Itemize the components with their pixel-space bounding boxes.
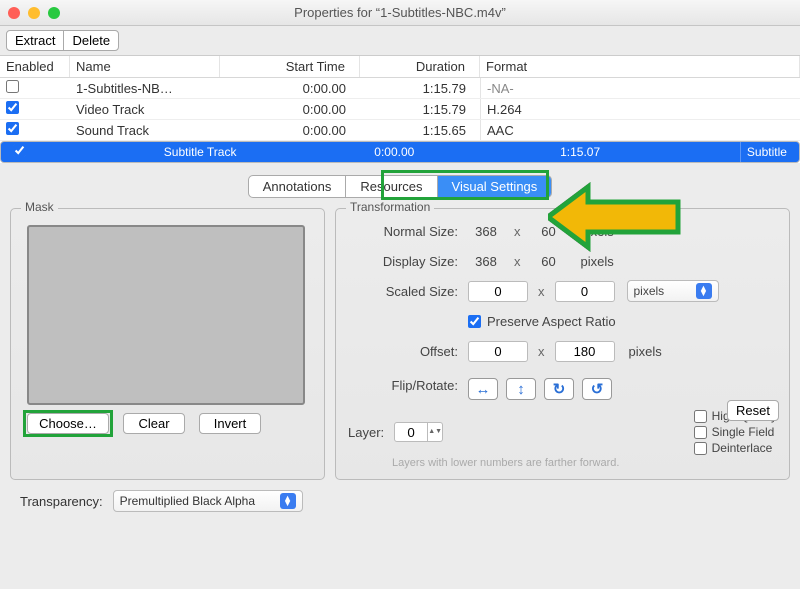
unit-label: pixels (629, 344, 662, 359)
layer-stepper[interactable]: ▲▼ (394, 422, 443, 442)
tab-annotations[interactable]: Annotations (249, 176, 347, 197)
chevron-updown-icon: ▲▼ (696, 283, 712, 299)
high-quality-checkbox[interactable] (694, 410, 707, 423)
mask-preview (27, 225, 305, 405)
mask-panel: Mask Choose… Clear Invert (10, 208, 325, 480)
clear-button[interactable]: Clear (123, 413, 185, 434)
track-start: 0:00.00 (368, 145, 428, 159)
mask-legend: Mask (21, 200, 58, 214)
toolbar: Extract Delete (0, 26, 800, 55)
scaled-size-label: Scaled Size: (348, 284, 458, 299)
tracks-table: Enabled Name Start Time Duration Format … (0, 55, 800, 163)
enabled-checkbox[interactable] (6, 101, 19, 114)
track-format: H.264 (480, 99, 800, 119)
normal-width: 368 (468, 224, 504, 239)
track-name: Subtitle Track (158, 145, 243, 159)
offset-x-input[interactable] (468, 341, 528, 362)
annotation-arrow (548, 182, 678, 242)
x-separator: x (514, 224, 521, 239)
tab-visual-settings[interactable]: Visual Settings (438, 176, 552, 197)
choose-button[interactable]: Choose… (27, 413, 109, 434)
rotate-cw-button[interactable]: ↻ (544, 378, 574, 400)
table-row[interactable]: Sound Track 0:00.00 1:15.65 AAC (0, 120, 800, 141)
track-duration: 1:15.79 (360, 81, 480, 96)
col-duration[interactable]: Duration (360, 56, 480, 77)
window-title: Properties for “1-Subtitles-NBC.m4v” (0, 5, 800, 20)
unit-select[interactable]: pixels ▲▼ (627, 280, 719, 302)
delete-button[interactable]: Delete (63, 30, 119, 51)
track-start: 0:00.00 (220, 123, 360, 138)
offset-y-input[interactable] (555, 341, 615, 362)
x-separator: x (538, 344, 545, 359)
single-field-checkbox[interactable] (694, 426, 707, 439)
x-separator: x (514, 254, 521, 269)
tab-resources[interactable]: Resources (346, 176, 437, 197)
reset-button[interactable]: Reset (727, 400, 779, 421)
track-name: Sound Track (70, 123, 220, 138)
track-duration: 1:15.07 (554, 145, 614, 159)
transparency-label: Transparency: (20, 494, 103, 509)
flip-rotate-label: Flip/Rotate: (348, 378, 458, 393)
track-duration: 1:15.65 (360, 123, 480, 138)
col-enabled[interactable]: Enabled (0, 56, 70, 77)
track-name: 1-Subtitles-NB… (70, 81, 220, 96)
unit-label: pixels (581, 254, 614, 269)
stepper-buttons[interactable]: ▲▼ (428, 422, 443, 442)
deinterlace-checkbox[interactable] (694, 442, 707, 455)
track-start: 0:00.00 (220, 81, 360, 96)
chevron-updown-icon: ▲▼ (280, 493, 296, 509)
track-format: AAC (480, 120, 800, 140)
preserve-aspect-label: Preserve Aspect Ratio (487, 314, 616, 329)
track-format: -NA- (480, 78, 800, 98)
display-width: 368 (468, 254, 504, 269)
close-window-button[interactable] (8, 7, 20, 19)
col-format[interactable]: Format (480, 56, 800, 77)
transformation-legend: Transformation (346, 200, 434, 214)
track-name: Video Track (70, 102, 220, 117)
flip-horizontal-button[interactable]: ↔ (468, 378, 498, 400)
invert-button[interactable]: Invert (199, 413, 261, 434)
col-name[interactable]: Name (70, 56, 220, 77)
scaled-height-input[interactable] (555, 281, 615, 302)
layer-label: Layer: (348, 425, 384, 440)
rotate-ccw-button[interactable]: ↺ (582, 378, 612, 400)
transparency-select[interactable]: Premultiplied Black Alpha ▲▼ (113, 490, 303, 512)
track-duration: 1:15.79 (360, 102, 480, 117)
zoom-window-button[interactable] (48, 7, 60, 19)
scaled-width-input[interactable] (468, 281, 528, 302)
display-size-label: Display Size: (348, 254, 458, 269)
layer-hint: Layers with lower numbers are farther fo… (392, 457, 777, 469)
table-row[interactable]: Video Track 0:00.00 1:15.79 H.264 (0, 99, 800, 120)
track-format: Subtitle (740, 142, 793, 162)
flip-vertical-button[interactable]: ↕ (506, 378, 536, 400)
table-row[interactable]: 1-Subtitles-NB… 0:00.00 1:15.79 -NA- (0, 78, 800, 99)
offset-label: Offset: (348, 344, 458, 359)
window-titlebar: Properties for “1-Subtitles-NBC.m4v” (0, 0, 800, 26)
normal-size-label: Normal Size: (348, 224, 458, 239)
table-header: Enabled Name Start Time Duration Format (0, 56, 800, 78)
col-start[interactable]: Start Time (220, 56, 360, 77)
layer-input[interactable] (394, 422, 428, 442)
table-row-selected[interactable]: Subtitle Track 0:00.00 1:15.07 Subtitle (0, 141, 800, 163)
minimize-window-button[interactable] (28, 7, 40, 19)
preserve-aspect-checkbox[interactable] (468, 315, 481, 328)
display-height: 60 (531, 254, 567, 269)
extract-button[interactable]: Extract (6, 30, 64, 51)
enabled-checkbox[interactable] (6, 122, 19, 135)
enabled-checkbox[interactable] (6, 80, 19, 93)
x-separator: x (538, 284, 545, 299)
track-start: 0:00.00 (220, 102, 360, 117)
enabled-checkbox[interactable] (13, 144, 26, 157)
